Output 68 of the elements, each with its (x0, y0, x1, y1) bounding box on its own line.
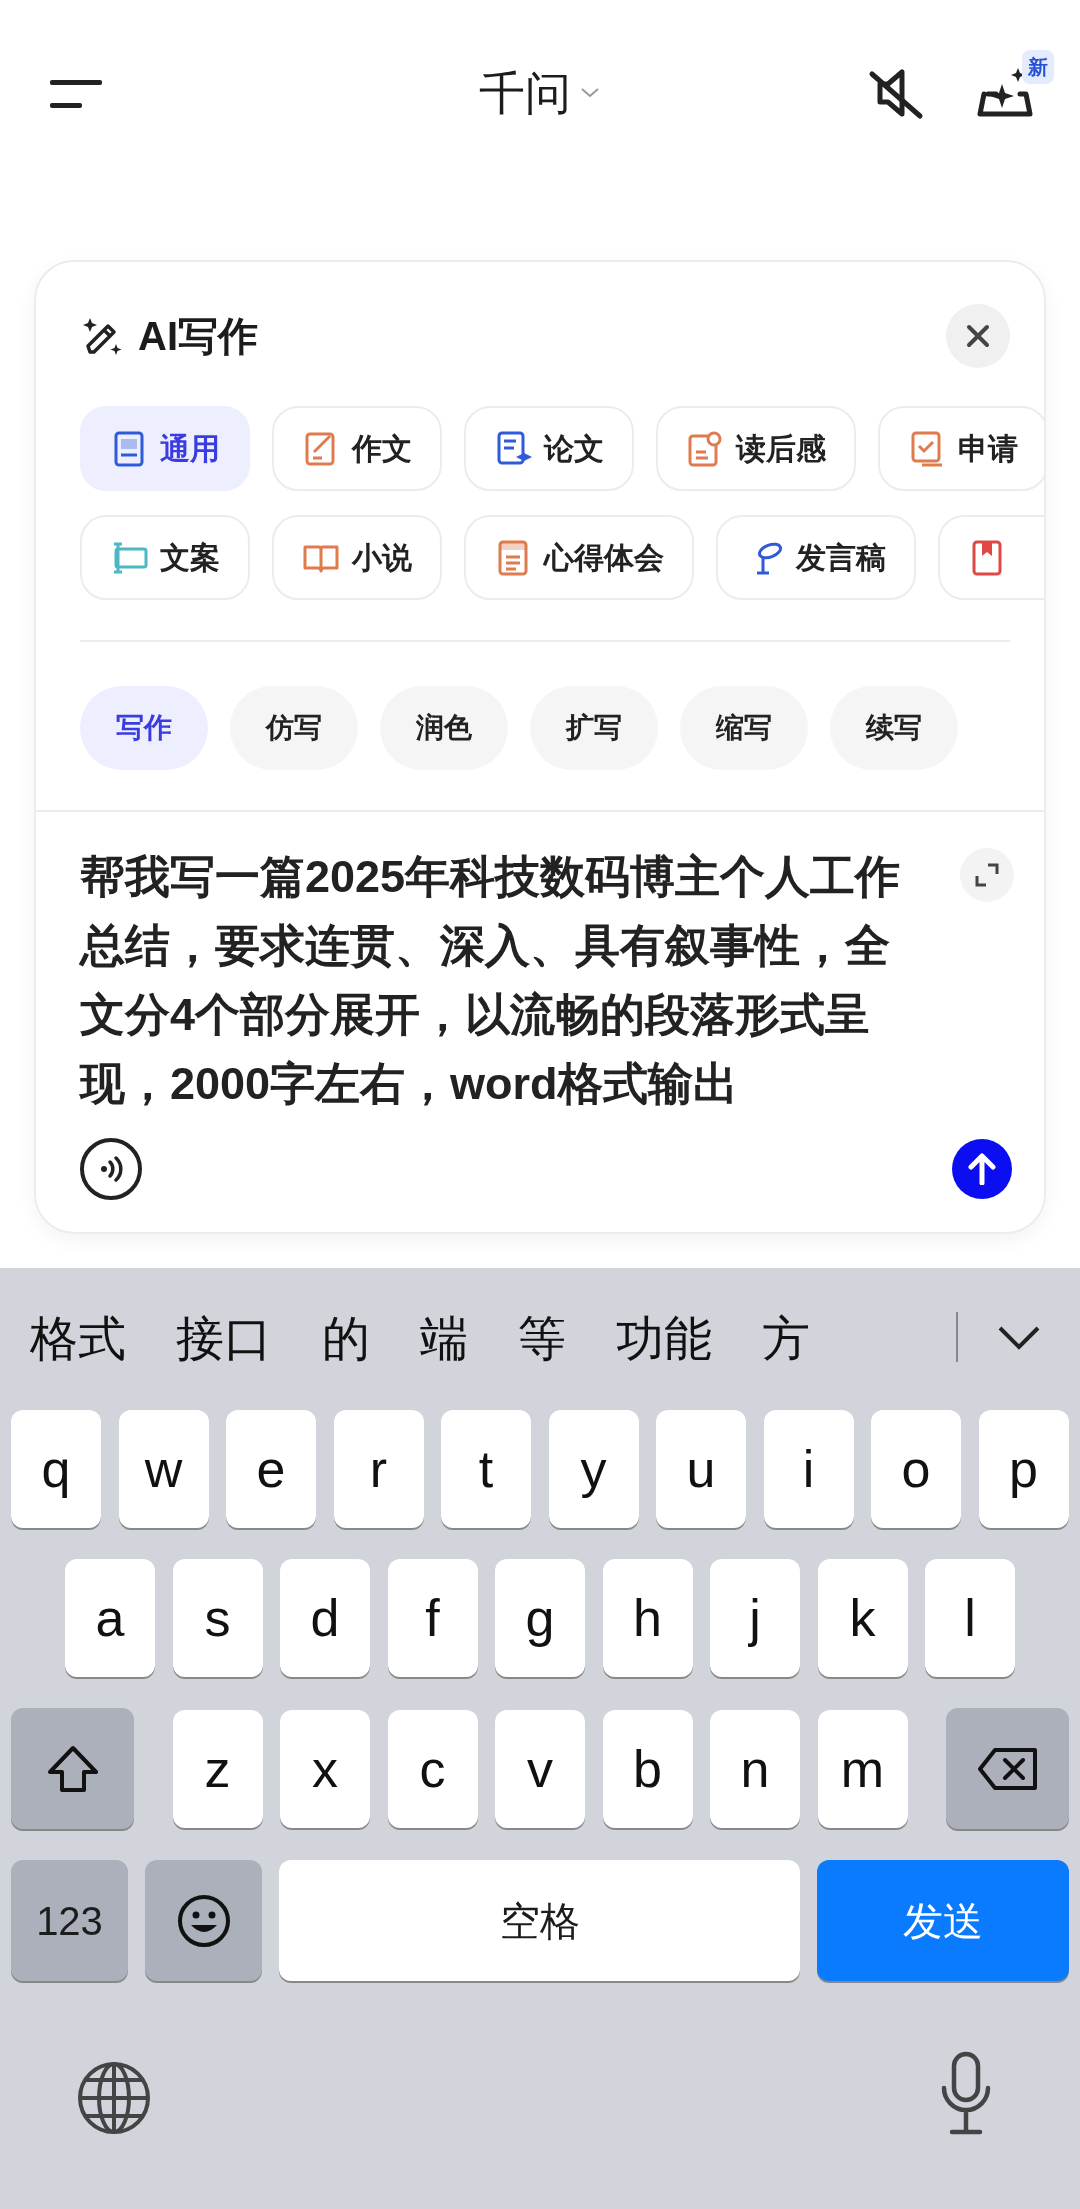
category-chip[interactable]: 小说 (272, 515, 442, 600)
letter-key[interactable]: g (495, 1559, 585, 1677)
letter-key[interactable]: b (602, 1709, 693, 1828)
mode-tab[interactable]: 润色 (380, 686, 508, 770)
letter-key[interactable]: r (333, 1410, 424, 1528)
candidate-word[interactable]: 端 (420, 1303, 468, 1375)
candidate-word[interactable]: 接口 (176, 1303, 272, 1375)
letter-key[interactable]: k (817, 1559, 908, 1677)
expand-icon (974, 862, 1000, 888)
letter-key[interactable]: m (817, 1709, 908, 1828)
mode-tab[interactable]: 扩写 (530, 686, 658, 770)
candidate-word[interactable]: 的 (322, 1303, 370, 1375)
send-key[interactable]: 发送 (817, 1860, 1069, 1981)
letter-key[interactable]: d (280, 1559, 370, 1677)
space-key[interactable]: 空格 (279, 1860, 800, 1981)
send-button[interactable] (952, 1139, 1012, 1199)
candidate-word[interactable]: 功能 (616, 1303, 712, 1375)
voice-button[interactable] (80, 1138, 142, 1200)
letter-key[interactable]: i (763, 1410, 854, 1528)
letter-key[interactable]: p (978, 1410, 1069, 1528)
category-chip[interactable]: 读后感 (656, 406, 856, 491)
category-chip[interactable]: 论文 (464, 406, 634, 491)
category-chip[interactable]: 心得体会 (464, 515, 694, 600)
letter-key[interactable]: l (925, 1559, 1015, 1677)
input-field[interactable]: 帮我写一篇2025年科技数码博主个人工作总结，要求连贯、深入、具有叙事性，全文分4个部分展开，以流畅的段落形式呈现，2000字左右，word格式输出 (80, 842, 930, 1118)
backspace-icon (976, 1745, 1039, 1792)
category-chip[interactable]: 文案 (80, 515, 250, 600)
smiley-icon (175, 1892, 232, 1949)
letter-key[interactable]: f (387, 1559, 478, 1677)
new-badge: 新 (1022, 50, 1054, 84)
delete-key[interactable] (946, 1708, 1069, 1829)
letter-key[interactable]: z (172, 1709, 263, 1828)
category-chip[interactable]: 作文 (272, 406, 442, 491)
letter-key[interactable]: x (280, 1709, 370, 1828)
letter-key[interactable]: u (656, 1410, 746, 1528)
letter-key[interactable]: o (871, 1410, 961, 1528)
letter-key[interactable]: e (226, 1410, 316, 1528)
mode-tab[interactable]: 仿写 (230, 686, 358, 770)
panel-title: AI写作 (138, 313, 258, 360)
app-title[interactable]: 千问 (479, 58, 571, 128)
letter-key[interactable]: h (602, 1559, 693, 1677)
numbers-key[interactable]: 123 (11, 1860, 128, 1981)
letter-key[interactable]: a (65, 1559, 155, 1677)
candidate-word[interactable]: 格式 (30, 1303, 126, 1375)
letter-key[interactable]: j (710, 1559, 800, 1677)
letter-key[interactable]: v (495, 1709, 585, 1828)
category-chip[interactable]: 申请 (878, 406, 1044, 491)
chevron-down-icon[interactable] (996, 1324, 1042, 1352)
candidate-word[interactable]: 方 (762, 1303, 810, 1375)
letter-key[interactable]: n (710, 1709, 800, 1828)
mode-tab[interactable]: 写作 (80, 686, 208, 770)
close-icon (966, 324, 990, 348)
letter-key[interactable]: y (548, 1410, 639, 1528)
globe-icon[interactable] (76, 2060, 152, 2136)
letter-key[interactable]: s (172, 1559, 263, 1677)
arrow-up-icon (967, 1153, 997, 1185)
letter-key[interactable]: q (11, 1410, 101, 1528)
shift-icon (45, 1743, 100, 1794)
shift-key[interactable] (11, 1708, 134, 1829)
letter-key[interactable]: t (441, 1410, 531, 1528)
letter-key[interactable]: w (118, 1410, 209, 1528)
mode-tab[interactable]: 缩写 (680, 686, 808, 770)
candidate-word[interactable]: 等 (518, 1303, 566, 1375)
letter-key[interactable]: c (387, 1709, 478, 1828)
category-chip[interactable]: 发言稿 (716, 515, 916, 600)
mode-tab[interactable]: 续写 (830, 686, 958, 770)
category-chip[interactable]: 通用 (80, 406, 250, 491)
emoji-key[interactable] (145, 1860, 262, 1981)
